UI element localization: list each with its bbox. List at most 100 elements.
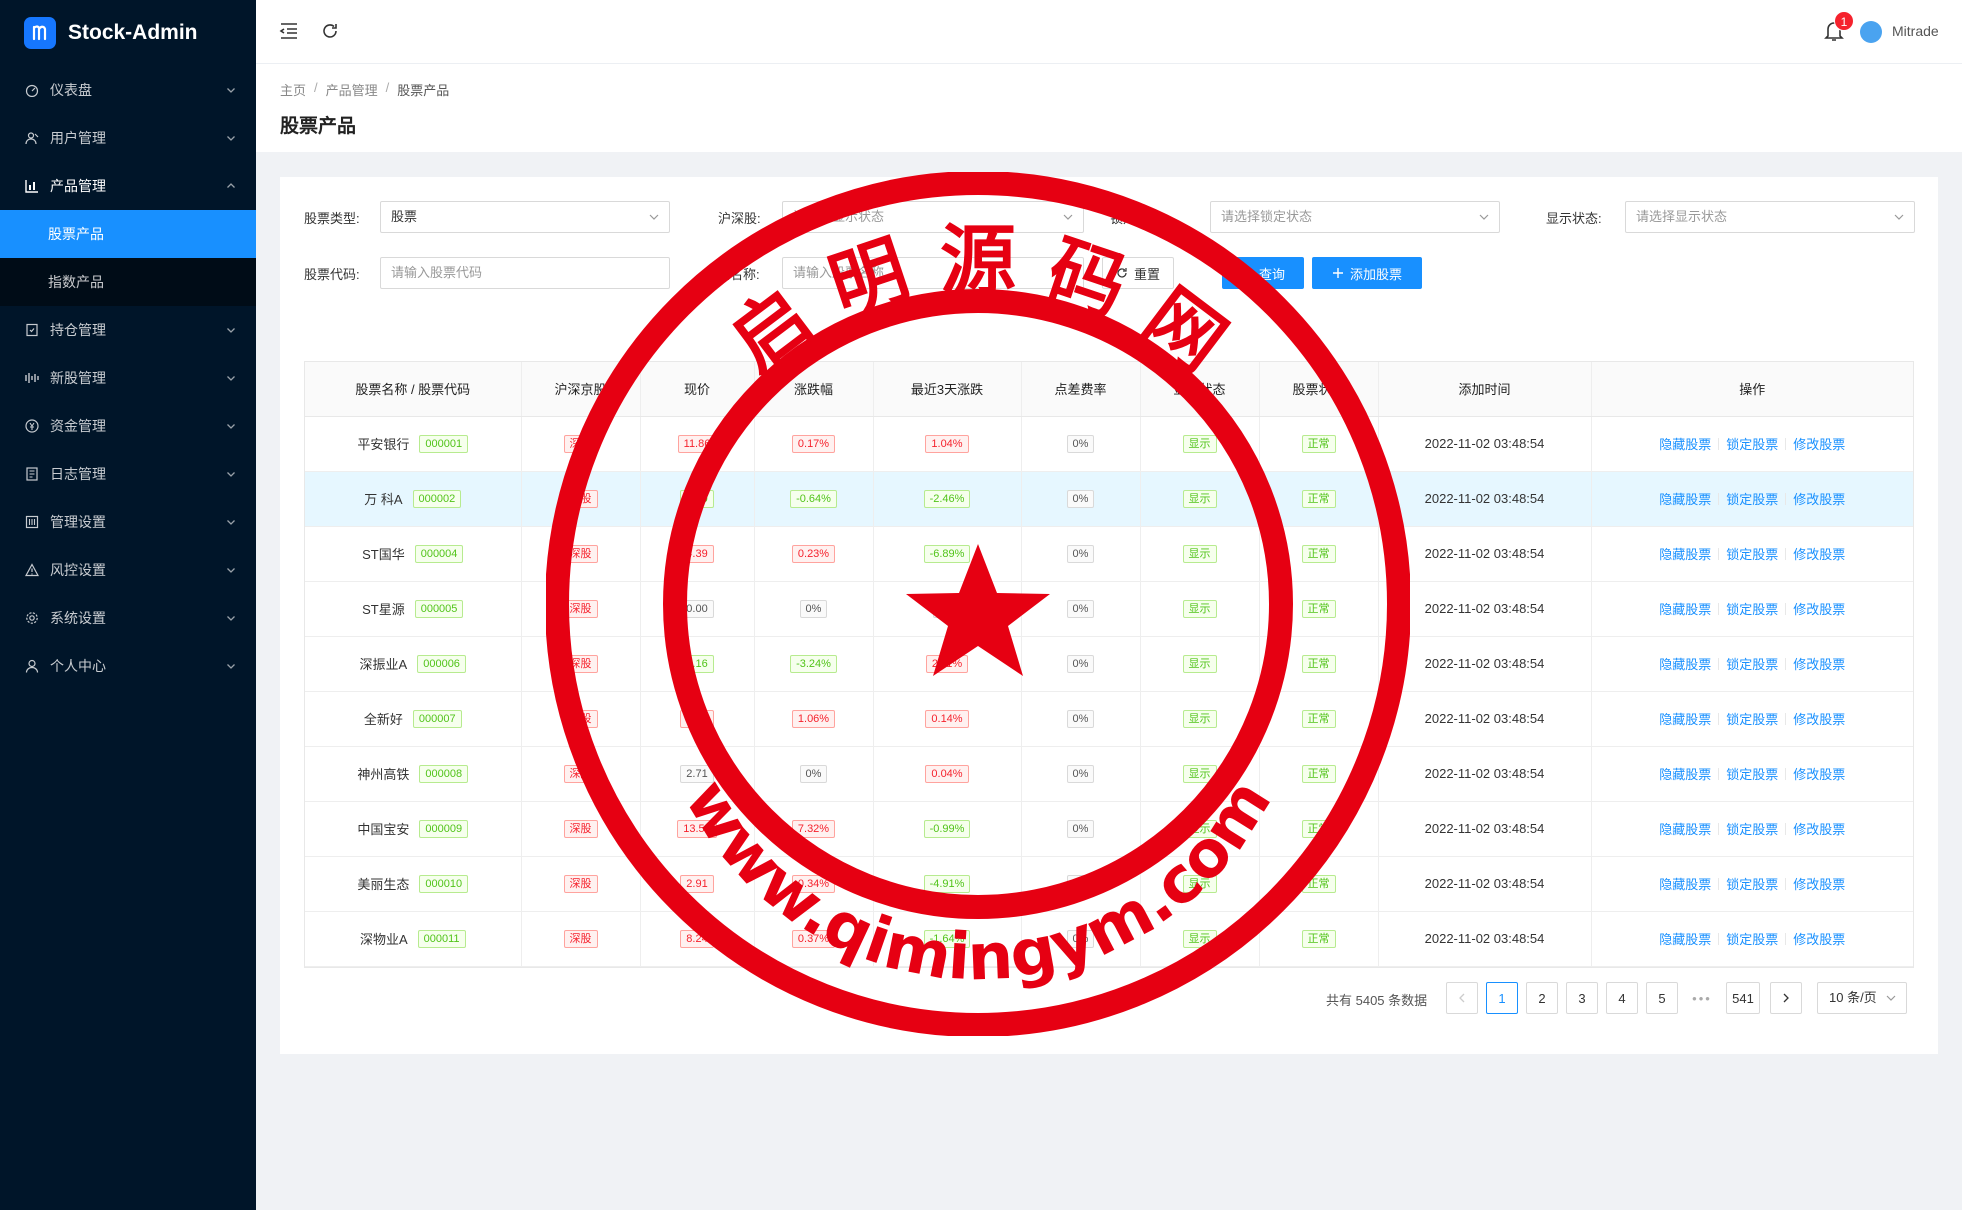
sidebar-item-9[interactable]: 系统设置 [0,594,256,642]
table-row[interactable]: 深物业A 000011 深股 8.24 0.37% -1.64% 0% 显示 正常 2022-11… [305,911,1913,967]
page-size-select[interactable]: 10 条/页 [1817,982,1907,1014]
cell-spread: 0% [1021,416,1141,472]
edit-stock-link[interactable]: 修改股票 [1793,599,1845,618]
edit-stock-link[interactable]: 修改股票 [1793,654,1845,673]
breadcrumb-home[interactable]: 主页 [280,80,306,99]
cell-change: 0.37% [754,911,874,967]
edit-stock-link[interactable]: 修改股票 [1793,874,1845,893]
sidebar-item-4[interactable]: 新股管理 [0,354,256,402]
cell-change: 1.06% [754,691,874,747]
reset-button[interactable]: 重置 [1102,257,1174,289]
pagination-last-page[interactable]: 541 [1726,982,1760,1014]
cell-change3: 0.04% [873,746,1022,802]
table-row[interactable]: 深振业A 000006 深股 4.16 -3.24% 2.11% 0% 显示 正常 2022-11… [305,636,1913,692]
lock-stock-link[interactable]: 锁定股票 [1726,764,1778,783]
hide-stock-link[interactable]: 隐藏股票 [1659,819,1711,838]
stock-type-label: 股票类型: [304,211,360,226]
table-row[interactable]: 万 科A 000002 深股 6.20 -0.64% -2.46% 0% 显示 正常 2022-1… [305,471,1913,527]
sidebar-item-6[interactable]: 日志管理 [0,450,256,498]
cell-name: 深振业A 000006 [305,636,522,692]
pagination-page[interactable]: 3 [1566,982,1598,1014]
username[interactable]: Mitrade [1892,23,1939,39]
add-stock-button[interactable]: 添加股票 [1312,257,1422,289]
sidebar-item-8[interactable]: 风控设置 [0,546,256,594]
stock-name-label: 股票名称: [704,267,760,282]
lock-stock-link[interactable]: 锁定股票 [1726,874,1778,893]
table-row[interactable]: 中国宝安 000009 深股 13.50 7.32% -0.99% 0% 显示 正常 2022-1… [305,801,1913,857]
refresh-icon[interactable] [319,20,341,42]
page-title: 股票产品 [280,116,357,137]
pagination-prev[interactable] [1446,982,1478,1014]
lock-stock-link[interactable]: 锁定股票 [1726,819,1778,838]
hide-stock-link[interactable]: 隐藏股票 [1659,764,1711,783]
stock-type-select[interactable]: 股票 [380,201,670,233]
pagination-page[interactable]: 4 [1606,982,1638,1014]
breadcrumb-product[interactable]: 产品管理 [326,80,378,99]
hide-stock-link[interactable]: 隐藏股票 [1659,709,1711,728]
pagination-ellipsis[interactable]: ••• [1686,982,1718,1014]
cell-actions: 隐藏股票 锁定股票 修改股票 [1591,911,1913,967]
submenu-item-0[interactable]: 股票产品 [0,210,256,258]
lock-status-select[interactable]: 请选择锁定状态 [1210,201,1500,233]
avatar[interactable] [1860,21,1882,43]
hide-stock-link[interactable]: 隐藏股票 [1659,489,1711,508]
hide-stock-link[interactable]: 隐藏股票 [1659,434,1711,453]
table-row[interactable]: 全新好 000007 深股 7.64 1.06% 0.14% 0% 显示 正常 2022-11-0… [305,691,1913,747]
sidebar-item-3[interactable]: 持仓管理 [0,306,256,354]
cell-price: 13.50 [640,801,755,857]
table-row[interactable]: 美丽生态 000010 深股 2.91 0.34% -4.91% 0% 显示 正常 2022-11… [305,856,1913,912]
sidebar-item-1[interactable]: 用户管理 [0,114,256,162]
sidebar-item-10[interactable]: 个人中心 [0,642,256,690]
hide-stock-link[interactable]: 隐藏股票 [1659,654,1711,673]
stock-name-input[interactable]: 请输入股票名称 [782,257,1084,289]
lock-stock-link[interactable]: 锁定股票 [1726,434,1778,453]
table-row[interactable]: 平安银行 000001 深股 11.86 0.17% 1.04% 0% 显示 正常 2022-11… [305,416,1913,472]
submenu-item-1[interactable]: 指数产品 [0,258,256,306]
edit-stock-link[interactable]: 修改股票 [1793,764,1845,783]
search-button[interactable]: 查询 [1222,257,1304,289]
sidebar-item-7[interactable]: 管理设置 [0,498,256,546]
hide-stock-link[interactable]: 隐藏股票 [1659,874,1711,893]
edit-stock-link[interactable]: 修改股票 [1793,434,1845,453]
pagination-next[interactable] [1770,982,1802,1014]
sidebar-item-5[interactable]: 资金管理 [0,402,256,450]
lock-stock-link[interactable]: 锁定股票 [1726,654,1778,673]
pagination-page[interactable]: 1 [1486,982,1518,1014]
price-tag: 11.86 [677,434,717,453]
hide-stock-link[interactable]: 隐藏股票 [1659,544,1711,563]
divider [1718,547,1720,560]
pagination-page[interactable]: 2 [1526,982,1558,1014]
column-header: 操作 [1591,362,1913,417]
menu-fold-icon[interactable] [278,20,300,42]
cell-actions: 隐藏股票 锁定股票 修改股票 [1591,581,1913,637]
display-status-select[interactable]: 请选择显示状态 [1625,201,1915,233]
sidebar-item-0[interactable]: 仪表盘 [0,66,256,114]
stock-code-input[interactable]: 请输入股票代码 [380,257,670,289]
edit-stock-link[interactable]: 修改股票 [1793,489,1845,508]
dashboard-icon [24,82,40,98]
edit-stock-link[interactable]: 修改股票 [1793,819,1845,838]
sidebar-item-2[interactable]: 产品管理 [0,162,256,210]
lock-stock-link[interactable]: 锁定股票 [1726,709,1778,728]
lock-stock-link[interactable]: 锁定股票 [1726,929,1778,948]
exchange-select[interactable]: 请选择显示状态 [782,201,1084,233]
hide-stock-link[interactable]: 隐藏股票 [1659,929,1711,948]
cell-change: 0.17% [754,416,874,472]
hide-stock-link[interactable]: 隐藏股票 [1659,599,1711,618]
table-row[interactable]: ST国华 000004 深股 4.39 0.23% -6.89% 0% 显示 正常 2022-11… [305,526,1913,582]
table-row[interactable]: 神州高铁 000008 深股 2.71 0% 0.04% 0% 显示 正常 2022-11-02 … [305,746,1913,802]
stock-name: 深振业A [359,657,408,672]
pagination-page[interactable]: 5 [1646,982,1678,1014]
edit-stock-link[interactable]: 修改股票 [1793,544,1845,563]
edit-stock-link[interactable]: 修改股票 [1793,929,1845,948]
cell-price: 11.86 [640,416,755,472]
table-row[interactable]: ST星源 000005 深股 0.00 0% 0% 0% 显示 正常 2022-11-02 03:… [305,581,1913,637]
edit-stock-link[interactable]: 修改股票 [1793,709,1845,728]
brand[interactable]: Stock-Admin [0,0,256,66]
lock-stock-link[interactable]: 锁定股票 [1726,489,1778,508]
lock-stock-link[interactable]: 锁定股票 [1726,599,1778,618]
spread-tag: 0% [1066,489,1095,508]
lock-stock-link[interactable]: 锁定股票 [1726,544,1778,563]
reset-label: 重置 [1133,266,1160,282]
cell-market: 深股 [521,471,641,527]
